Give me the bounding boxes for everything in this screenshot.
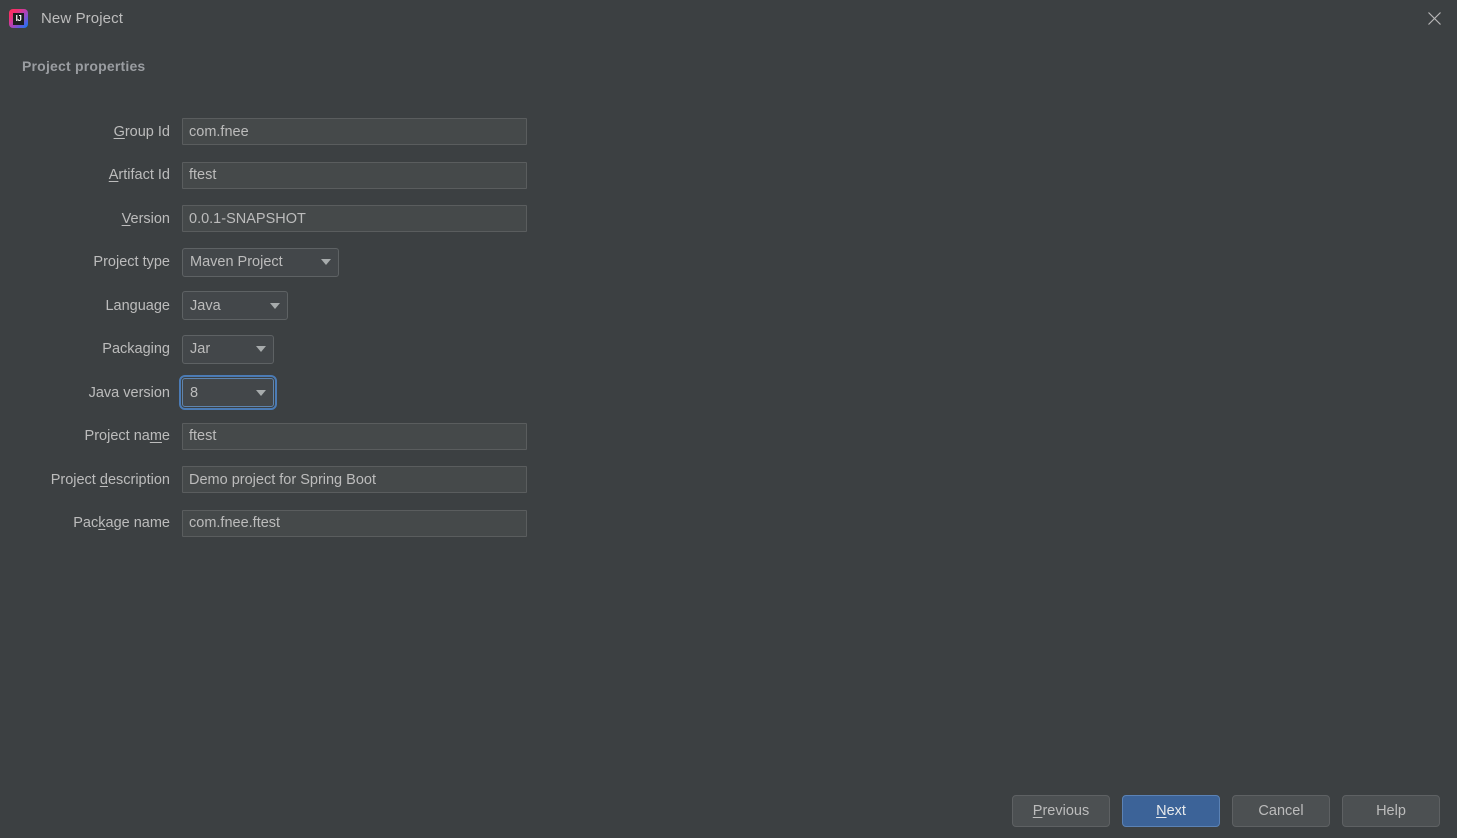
control-wrapper-artifact-id: ftest (182, 161, 527, 189)
previous-button[interactable]: Previous (1012, 795, 1110, 827)
chevron-down-icon (270, 302, 280, 309)
project-description-input[interactable]: Demo project for Spring Boot (182, 466, 527, 494)
java-version-selected-value: 8 (190, 384, 199, 401)
form-row-packaging: Packaging Jar (0, 328, 560, 372)
form-row-language: Language Java (0, 284, 560, 328)
form-row-project-name: Project name ftest (0, 415, 560, 459)
next-button[interactable]: Next (1122, 795, 1220, 827)
label-project-type: Project type (93, 254, 170, 271)
form-row-version: Version 0.0.1-SNAPSHOT (0, 197, 560, 241)
help-button[interactable]: Help (1342, 795, 1440, 827)
label-project-name: Project name (84, 428, 170, 445)
dialog-title: New Project (41, 10, 123, 27)
control-wrapper-version: 0.0.1-SNAPSHOT (182, 205, 527, 233)
label-java-version: Java version (88, 384, 170, 401)
chevron-down-icon (256, 346, 266, 353)
form-row-artifact-id: Artifact Id ftest (0, 154, 560, 198)
form-row-project-type: Project type Maven Project (0, 241, 560, 285)
form-row-project-description: Project description Demo project for Spri… (0, 458, 560, 502)
control-wrapper-project-description: Demo project for Spring Boot (182, 466, 527, 494)
form-row-java-version: Java version 8 (0, 371, 560, 415)
section-header: Project properties (22, 58, 146, 74)
control-wrapper-language: Java (182, 291, 288, 321)
label-packaging: Packaging (102, 341, 170, 358)
label-package-name: Package name (73, 515, 170, 532)
cancel-button[interactable]: Cancel (1232, 795, 1330, 827)
dialog-titlebar: IJ New Project (0, 0, 1457, 37)
label-project-description: Project description (50, 471, 170, 488)
language-selected-value: Java (190, 297, 221, 314)
label-version: Version (121, 210, 170, 227)
intellij-idea-logo-icon: IJ (9, 9, 28, 28)
version-input[interactable]: 0.0.1-SNAPSHOT (182, 205, 527, 233)
close-icon[interactable] (1412, 0, 1457, 37)
package-name-input[interactable]: com.fnee.ftest (182, 509, 527, 537)
label-artifact-id: Artifact Id (108, 167, 170, 184)
dialog-button-bar: Previous Next Cancel Help (1012, 795, 1440, 827)
project-name-input[interactable]: ftest (182, 422, 527, 450)
control-wrapper-java-version: 8 (179, 375, 277, 411)
packaging-selected-value: Jar (190, 341, 211, 358)
form-row-package-name: Package name com.fnee.ftest (0, 502, 560, 546)
artifact-id-input[interactable]: ftest (182, 161, 527, 189)
group-id-input[interactable]: com.fnee (182, 118, 527, 146)
control-wrapper-group-id: com.fnee (182, 118, 527, 146)
language-dropdown[interactable]: Java (182, 291, 288, 321)
control-wrapper-package-name: com.fnee.ftest (182, 509, 527, 537)
project-properties-form: Group Id com.fnee Artifact Id ftest Version 0… (0, 110, 560, 545)
chevron-down-icon (256, 389, 266, 396)
form-row-group-id: Group Id com.fnee (0, 110, 560, 154)
label-language: Language (105, 297, 170, 314)
control-wrapper-project-type: Maven Project (182, 247, 339, 277)
chevron-down-icon (321, 259, 331, 266)
control-wrapper-packaging: Jar (182, 334, 274, 364)
java-version-dropdown[interactable]: 8 (179, 375, 277, 411)
project-type-dropdown[interactable]: Maven Project (182, 247, 339, 277)
project-type-selected-value: Maven Project (190, 254, 283, 271)
label-group-id: Group Id (113, 123, 170, 140)
control-wrapper-project-name: ftest (182, 422, 527, 450)
packaging-dropdown[interactable]: Jar (182, 334, 274, 364)
